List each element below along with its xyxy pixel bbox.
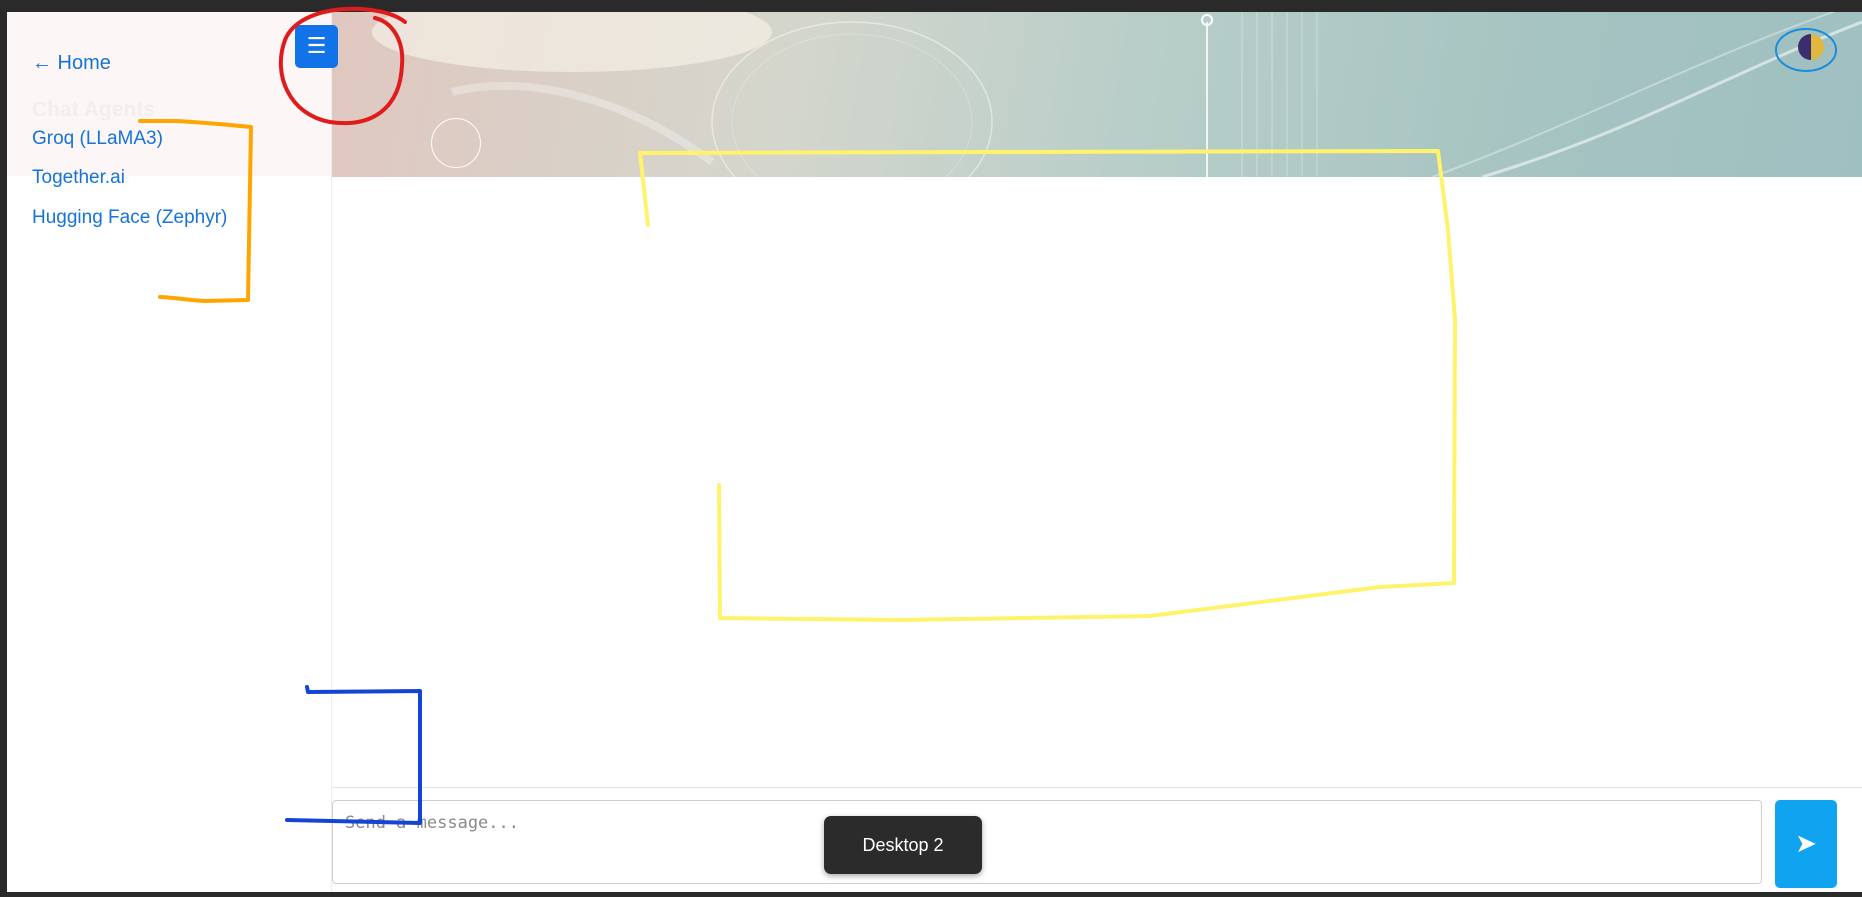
header-banner <box>332 12 1862 177</box>
menu-toggle-button[interactable]: ☰ <box>295 25 338 68</box>
banner-circle <box>431 118 481 168</box>
theme-toggle-icon[interactable] <box>1798 34 1824 60</box>
send-icon: ➤ <box>1795 829 1817 859</box>
banner-decoration <box>372 12 1862 177</box>
sidebar-header-bg <box>7 12 331 176</box>
chat-messages-area <box>332 177 1862 787</box>
agent-link-groq[interactable]: Groq (LLaMA3) <box>32 128 163 150</box>
sidebar: ← Home Chat Agents Groq (LLaMA3) Togethe… <box>7 12 332 892</box>
send-button[interactable]: ➤ <box>1775 800 1837 888</box>
desktop-tooltip: Desktop 2 <box>824 816 982 874</box>
message-input[interactable] <box>332 800 1762 884</box>
home-link[interactable]: ← Home <box>32 52 111 75</box>
message-input-bar: ➤ <box>332 787 1862 892</box>
agent-link-together[interactable]: Together.ai <box>32 167 125 189</box>
hamburger-icon: ☰ <box>306 34 327 59</box>
chat-agents-heading: Chat Agents <box>32 98 155 121</box>
app-window: ← Home Chat Agents Groq (LLaMA3) Togethe… <box>7 12 1862 892</box>
agent-link-huggingface[interactable]: Hugging Face (Zephyr) <box>32 207 227 229</box>
